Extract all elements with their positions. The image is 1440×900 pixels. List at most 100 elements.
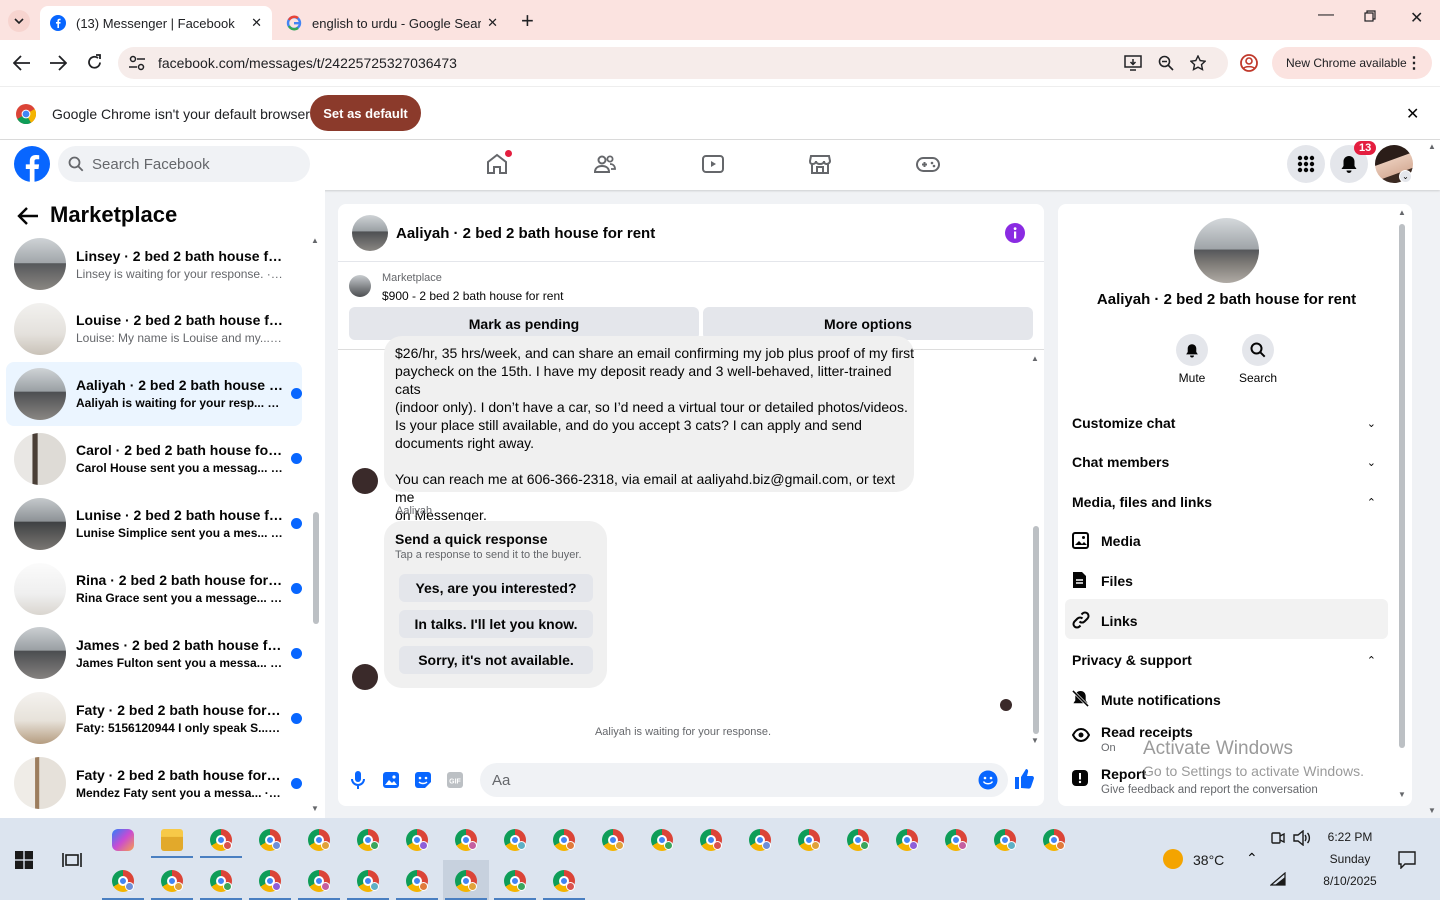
forward-icon[interactable] bbox=[49, 55, 67, 71]
conversation-item[interactable]: Faty · 2 bed 2 bath house for r... Faty: … bbox=[6, 686, 302, 750]
chrome-app-icon[interactable] bbox=[406, 829, 428, 851]
listing-thumbnail[interactable] bbox=[349, 275, 371, 297]
report-row[interactable]: Report bbox=[1101, 766, 1146, 782]
info-scroll-up-icon[interactable]: ▲ bbox=[1398, 208, 1406, 217]
info-icon[interactable] bbox=[1005, 223, 1025, 243]
conversation-item[interactable]: Carol · 2 bed 2 bath house for ... Carol … bbox=[6, 427, 302, 491]
reload-icon[interactable] bbox=[86, 54, 103, 71]
info-scroll-down-icon[interactable]: ▼ bbox=[1398, 790, 1406, 799]
profile-icon[interactable] bbox=[1240, 54, 1258, 72]
links-row[interactable]: Links bbox=[1101, 613, 1138, 629]
profile-avatar[interactable] bbox=[1194, 218, 1259, 283]
chrome-app-icon[interactable] bbox=[210, 829, 232, 851]
chrome-app-icon[interactable] bbox=[308, 829, 330, 851]
chat-header-avatar[interactable] bbox=[352, 215, 388, 251]
quick-reply-in-talks-button[interactable]: In talks. I'll let you know. bbox=[399, 610, 593, 638]
media-files-links-row[interactable]: Media, files and links bbox=[1072, 494, 1212, 510]
customize-chat-row[interactable]: Customize chat bbox=[1072, 415, 1175, 431]
account-chevron-icon[interactable]: ⌄ bbox=[1399, 170, 1412, 183]
address-bar[interactable]: facebook.com/messages/t/2422572532703647… bbox=[118, 47, 1228, 79]
back-icon[interactable] bbox=[13, 55, 31, 71]
chat-scroll-down-icon[interactable]: ▼ bbox=[1031, 736, 1039, 745]
gif-icon[interactable]: GIF bbox=[446, 771, 464, 789]
page-scroll-down-icon[interactable]: ▼ bbox=[1428, 806, 1436, 815]
kebab-menu-icon[interactable]: ⋮ bbox=[1406, 53, 1422, 73]
install-app-icon[interactable] bbox=[1124, 55, 1142, 71]
chrome-app-icon[interactable] bbox=[455, 829, 477, 851]
clock-date[interactable]: 8/10/2025 bbox=[1310, 874, 1390, 888]
close-window-icon[interactable]: ✕ bbox=[1410, 8, 1423, 28]
scroll-down-icon[interactable]: ▼ bbox=[311, 804, 319, 813]
chrome-app-icon[interactable] bbox=[210, 870, 232, 892]
photo-icon[interactable] bbox=[382, 771, 400, 789]
friends-icon[interactable] bbox=[593, 152, 617, 176]
chrome-app-icon[interactable] bbox=[602, 829, 624, 851]
bookmark-star-icon[interactable] bbox=[1190, 55, 1206, 71]
site-settings-icon[interactable] bbox=[128, 55, 146, 71]
buyer-avatar[interactable] bbox=[352, 664, 378, 690]
tab-close-icon[interactable]: ✕ bbox=[487, 15, 498, 31]
buyer-avatar[interactable] bbox=[352, 468, 378, 494]
new-chrome-available-button[interactable]: New Chrome available ⋮ bbox=[1272, 47, 1432, 79]
media-row[interactable]: Media bbox=[1101, 533, 1141, 549]
chrome-app-icon[interactable] bbox=[406, 870, 428, 892]
marketplace-icon[interactable] bbox=[808, 152, 832, 176]
sticker-icon[interactable] bbox=[414, 771, 432, 789]
emoji-icon[interactable] bbox=[978, 770, 998, 790]
message-input[interactable]: Aa bbox=[480, 763, 1008, 797]
tab-search-chevron-icon[interactable] bbox=[8, 10, 30, 32]
sidebar-scrollbar[interactable] bbox=[313, 512, 319, 624]
conversation-item[interactable]: Louise · 2 bed 2 bath house for ... Louis… bbox=[6, 297, 302, 361]
microphone-icon[interactable] bbox=[350, 770, 366, 790]
mute-button[interactable] bbox=[1176, 334, 1208, 366]
copilot-app-icon[interactable] bbox=[112, 829, 134, 851]
scroll-up-icon[interactable]: ▲ bbox=[311, 236, 319, 245]
temperature[interactable]: 38°C bbox=[1193, 852, 1224, 868]
zoom-icon[interactable] bbox=[1158, 55, 1174, 71]
quick-reply-not-available-button[interactable]: Sorry, it's not available. bbox=[399, 646, 593, 674]
page-scroll-up-icon[interactable]: ▲ bbox=[1428, 142, 1436, 151]
maximize-icon[interactable] bbox=[1364, 10, 1376, 22]
chrome-app-icon[interactable] bbox=[651, 829, 673, 851]
chrome-app-icon[interactable] bbox=[798, 829, 820, 851]
chrome-app-icon[interactable] bbox=[112, 870, 134, 892]
facebook-logo-icon[interactable] bbox=[14, 146, 50, 182]
thumbs-up-icon[interactable] bbox=[1014, 768, 1034, 790]
chrome-app-icon[interactable] bbox=[504, 829, 526, 851]
chrome-app-icon[interactable] bbox=[749, 829, 771, 851]
read-receipts-row[interactable]: Read receipts bbox=[1101, 724, 1193, 740]
quick-reply-yes-button[interactable]: Yes, are you interested? bbox=[399, 574, 593, 602]
conversation-item[interactable]: Rina · 2 bed 2 bath house for r... Rina G… bbox=[6, 557, 302, 621]
tab-google-search[interactable]: english to urdu - Google Search ✕ bbox=[276, 6, 508, 40]
clock-time[interactable]: 6:22 PM bbox=[1310, 830, 1390, 844]
chrome-app-icon[interactable] bbox=[847, 829, 869, 851]
chrome-app-icon[interactable] bbox=[357, 829, 379, 851]
back-arrow-icon[interactable] bbox=[17, 207, 39, 225]
tab-close-icon[interactable]: ✕ bbox=[251, 15, 262, 31]
new-tab-icon[interactable]: + bbox=[521, 8, 534, 34]
minimize-icon[interactable]: — bbox=[1318, 6, 1334, 24]
chrome-app-icon[interactable] bbox=[553, 829, 575, 851]
chrome-app-icon[interactable] bbox=[455, 870, 477, 892]
chrome-app-icon[interactable] bbox=[259, 870, 281, 892]
chrome-app-icon[interactable] bbox=[308, 870, 330, 892]
search-in-conversation-button[interactable] bbox=[1242, 334, 1274, 366]
gaming-icon[interactable] bbox=[916, 152, 940, 176]
set-as-default-button[interactable]: Set as default bbox=[310, 95, 421, 131]
chrome-app-icon[interactable] bbox=[357, 870, 379, 892]
volume-icon[interactable] bbox=[1293, 830, 1311, 846]
conversation-item[interactable]: Aaliyah · 2 bed 2 bath house f... Aaliyah… bbox=[6, 361, 302, 426]
conversation-item[interactable]: Faty · 2 bed 2 bath house for r... Mendez… bbox=[6, 751, 302, 815]
video-icon[interactable] bbox=[701, 152, 725, 176]
meet-now-icon[interactable] bbox=[1270, 830, 1286, 846]
task-view-icon[interactable] bbox=[62, 851, 82, 869]
info-scrollbar[interactable] bbox=[1399, 224, 1405, 748]
file-explorer-app-icon[interactable] bbox=[161, 829, 183, 851]
chrome-app-icon[interactable] bbox=[259, 829, 281, 851]
windows-start-icon[interactable] bbox=[15, 851, 33, 869]
chat-members-row[interactable]: Chat members bbox=[1072, 454, 1169, 470]
wifi-icon[interactable] bbox=[1270, 872, 1286, 886]
conversation-item[interactable]: Linsey · 2 bed 2 bath house for r... Lins… bbox=[6, 232, 302, 296]
chrome-app-icon[interactable] bbox=[896, 829, 918, 851]
chat-scroll-up-icon[interactable]: ▲ bbox=[1031, 354, 1039, 363]
